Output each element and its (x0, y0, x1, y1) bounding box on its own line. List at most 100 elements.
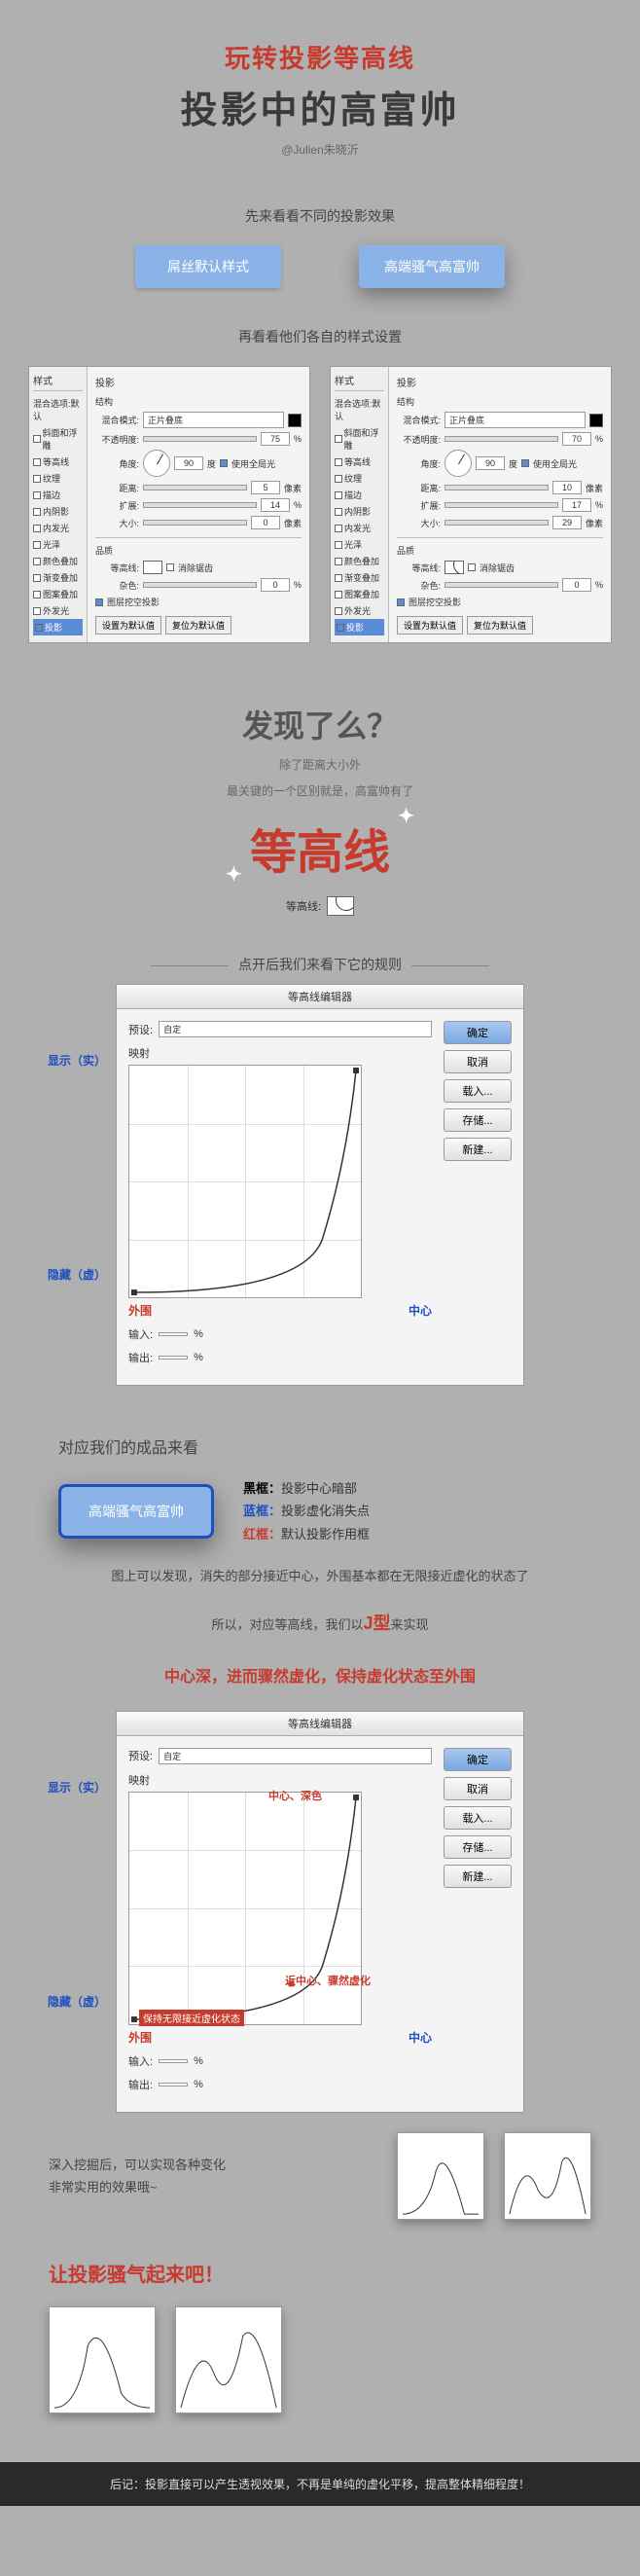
input-field[interactable] (159, 1332, 188, 1336)
side-item[interactable]: 斜面和浮雕 (33, 424, 83, 454)
opacity-slider[interactable] (444, 436, 558, 442)
spread-slider[interactable] (444, 502, 558, 508)
spread-input[interactable]: 14 (261, 498, 290, 512)
new-button[interactable]: 新建... (444, 1865, 512, 1888)
size-input[interactable]: 29 (552, 516, 582, 529)
side-item[interactable]: 纹理 (33, 470, 83, 487)
ann-outer: 外围 (128, 2029, 152, 2046)
preset-select[interactable]: 自定 (159, 1021, 432, 1037)
blend-select[interactable]: 正片叠底 (143, 412, 284, 428)
noise-input[interactable]: 0 (562, 578, 591, 592)
opacity-slider[interactable] (143, 436, 257, 442)
preset-select[interactable]: 自定 (159, 1748, 432, 1764)
global-light-check[interactable] (220, 459, 228, 467)
spread-slider[interactable] (143, 502, 257, 508)
side-item[interactable]: 描边 (335, 487, 384, 503)
contour-demo-swatch[interactable] (327, 896, 354, 916)
angle-input[interactable]: 90 (174, 456, 203, 470)
set-default-button[interactable]: 设置为默认值 (95, 616, 161, 635)
noise-slider[interactable] (444, 582, 558, 588)
contour-thumb-2[interactable] (504, 2132, 591, 2220)
fancy-result-button[interactable]: 高端骚气高富帅 (58, 1484, 214, 1539)
side-item[interactable]: 描边 (33, 487, 83, 503)
side-item[interactable]: 渐变叠加 (33, 569, 83, 586)
input-field[interactable] (159, 2059, 188, 2063)
distance-slider[interactable] (143, 485, 247, 490)
angle-dial[interactable] (143, 450, 170, 477)
contour-graph[interactable]: 中心、深色 近中心、骤然虚化 保持无限接近虚化状态 (128, 1792, 362, 2025)
save-button[interactable]: 存储... (444, 1108, 512, 1132)
side-item-shadow[interactable]: 投影 (33, 619, 83, 635)
blend-label: 混合模式: (95, 414, 139, 426)
side-item[interactable]: 斜面和浮雕 (335, 424, 384, 454)
flat-style-button[interactable]: 屌丝默认样式 (135, 245, 281, 288)
side-item[interactable]: 纹理 (335, 470, 384, 487)
load-button[interactable]: 载入... (444, 1079, 512, 1103)
side-item[interactable]: 内阴影 (33, 503, 83, 520)
side-item[interactable]: 等高线 (33, 454, 83, 470)
antialias-check[interactable] (166, 563, 174, 571)
distance-input[interactable]: 10 (552, 481, 582, 494)
size-input[interactable]: 0 (251, 516, 280, 529)
quality-title: 品质 (397, 544, 603, 557)
legend: 黑框：投影中心暗部 蓝框：投影虚化消失点 红框：默认投影作用框 (243, 1477, 370, 1545)
new-button[interactable]: 新建... (444, 1138, 512, 1161)
footer: 后记：投影直接可以产生透视效果，不再是单纯的虚化平移，提高整体精细程度！ (0, 2462, 640, 2506)
side-item[interactable]: 图案叠加 (33, 586, 83, 602)
color-swatch[interactable] (589, 414, 603, 427)
opacity-input[interactable]: 70 (562, 432, 591, 446)
spread-input[interactable]: 17 (562, 498, 591, 512)
side-item[interactable]: 内发光 (335, 520, 384, 536)
noise-slider[interactable] (143, 582, 257, 588)
contour-thumb-1[interactable] (397, 2132, 484, 2220)
side-item[interactable]: 外发光 (335, 602, 384, 619)
side-item[interactable]: 外发光 (33, 602, 83, 619)
contour-swatch[interactable] (444, 561, 464, 574)
contour-graph[interactable] (128, 1065, 362, 1298)
author: @Julien朱晓沂 (19, 141, 621, 158)
distance-input[interactable]: 5 (251, 481, 280, 494)
output-field[interactable] (159, 2083, 188, 2086)
set-default-button[interactable]: 设置为默认值 (397, 616, 463, 635)
side-item[interactable]: 图案叠加 (335, 586, 384, 602)
side-item[interactable]: 混合选项:默认 (335, 395, 384, 424)
side-item[interactable]: 等高线 (335, 454, 384, 470)
size-slider[interactable] (143, 520, 247, 526)
side-item[interactable]: 光泽 (33, 536, 83, 553)
rich-style-button[interactable]: 高端骚气高富帅 (359, 245, 505, 288)
side-item[interactable]: 内阴影 (335, 503, 384, 520)
side-item[interactable]: 颜色叠加 (33, 553, 83, 569)
noise-input[interactable]: 0 (261, 578, 290, 592)
struct-title: 结构 (95, 395, 302, 408)
color-swatch[interactable] (288, 414, 302, 427)
opacity-input[interactable]: 75 (261, 432, 290, 446)
cancel-button[interactable]: 取消 (444, 1050, 512, 1073)
side-item[interactable]: 光泽 (335, 536, 384, 553)
size-slider[interactable] (444, 520, 549, 526)
contour-thumb-3[interactable] (49, 2306, 156, 2413)
distance-slider[interactable] (444, 485, 549, 490)
ok-button[interactable]: 确定 (444, 1748, 512, 1771)
side-item[interactable]: 内发光 (33, 520, 83, 536)
side-item[interactable]: 颜色叠加 (335, 553, 384, 569)
save-button[interactable]: 存储... (444, 1835, 512, 1859)
blend-select[interactable]: 正片叠底 (444, 412, 586, 428)
ok-button[interactable]: 确定 (444, 1021, 512, 1044)
side-item[interactable]: 渐变叠加 (335, 569, 384, 586)
angle-dial[interactable] (444, 450, 472, 477)
side-item[interactable]: 混合选项:默认 (33, 395, 83, 424)
angle-label: 角度: (95, 457, 139, 470)
knockout-check[interactable] (95, 599, 103, 606)
cancel-button[interactable]: 取消 (444, 1777, 512, 1800)
contour-thumb-4[interactable] (175, 2306, 282, 2413)
contour-swatch[interactable] (143, 561, 162, 574)
load-button[interactable]: 载入... (444, 1806, 512, 1830)
angle-input[interactable]: 90 (476, 456, 505, 470)
global-light-check[interactable] (521, 459, 529, 467)
side-item-shadow[interactable]: 投影 (335, 619, 384, 635)
reset-default-button[interactable]: 复位为默认值 (165, 616, 231, 635)
output-field[interactable] (159, 1356, 188, 1360)
antialias-check[interactable] (468, 563, 476, 571)
reset-default-button[interactable]: 复位为默认值 (467, 616, 533, 635)
knockout-check[interactable] (397, 599, 405, 606)
